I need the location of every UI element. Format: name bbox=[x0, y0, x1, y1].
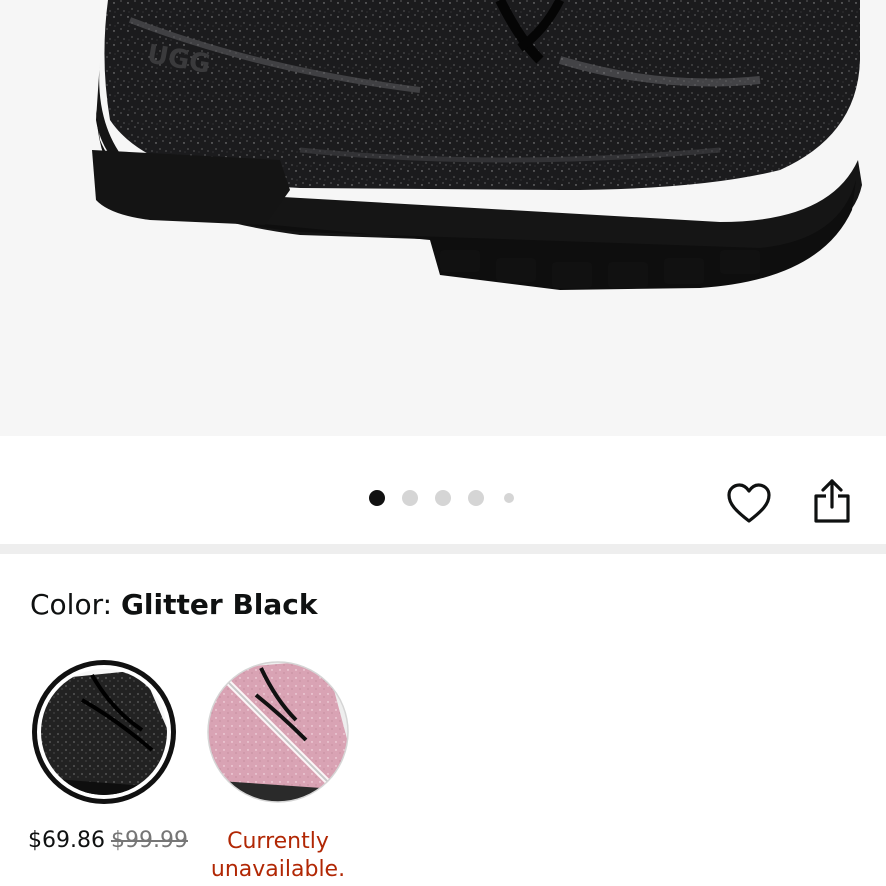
swatch-glitter-pink-status: Currently unavailable. bbox=[200, 828, 356, 884]
carousel-dot[interactable] bbox=[504, 493, 514, 503]
carousel-dot[interactable] bbox=[468, 490, 484, 506]
share-icon[interactable] bbox=[808, 474, 856, 528]
carousel-dot[interactable] bbox=[369, 490, 385, 506]
section-divider bbox=[0, 544, 886, 554]
unavailable-line-1: Currently bbox=[227, 829, 329, 854]
product-image[interactable]: UGG bbox=[0, 0, 886, 436]
swatch-glitter-black-price: $69.86 $99.99 bbox=[28, 828, 188, 853]
swatch-glitter-pink-image bbox=[207, 661, 349, 803]
list-price: $99.99 bbox=[110, 828, 188, 853]
carousel-dot[interactable] bbox=[435, 490, 451, 506]
swatch-glitter-black-image bbox=[33, 661, 175, 803]
current-price: $69.86 bbox=[28, 828, 105, 853]
unavailable-line-2: unavailable. bbox=[210, 857, 346, 882]
swatch-glitter-pink[interactable] bbox=[206, 660, 350, 804]
color-label: Color: Glitter Black bbox=[30, 588, 318, 621]
boot-illustration: UGG bbox=[92, 0, 862, 290]
selected-color-name: Glitter Black bbox=[120, 588, 318, 621]
swatch-glitter-black[interactable] bbox=[32, 660, 176, 804]
carousel-controls bbox=[0, 436, 886, 544]
color-label-prefix: Color: bbox=[30, 588, 113, 621]
heart-outline-icon[interactable] bbox=[722, 478, 776, 528]
carousel-dot[interactable] bbox=[402, 490, 418, 506]
